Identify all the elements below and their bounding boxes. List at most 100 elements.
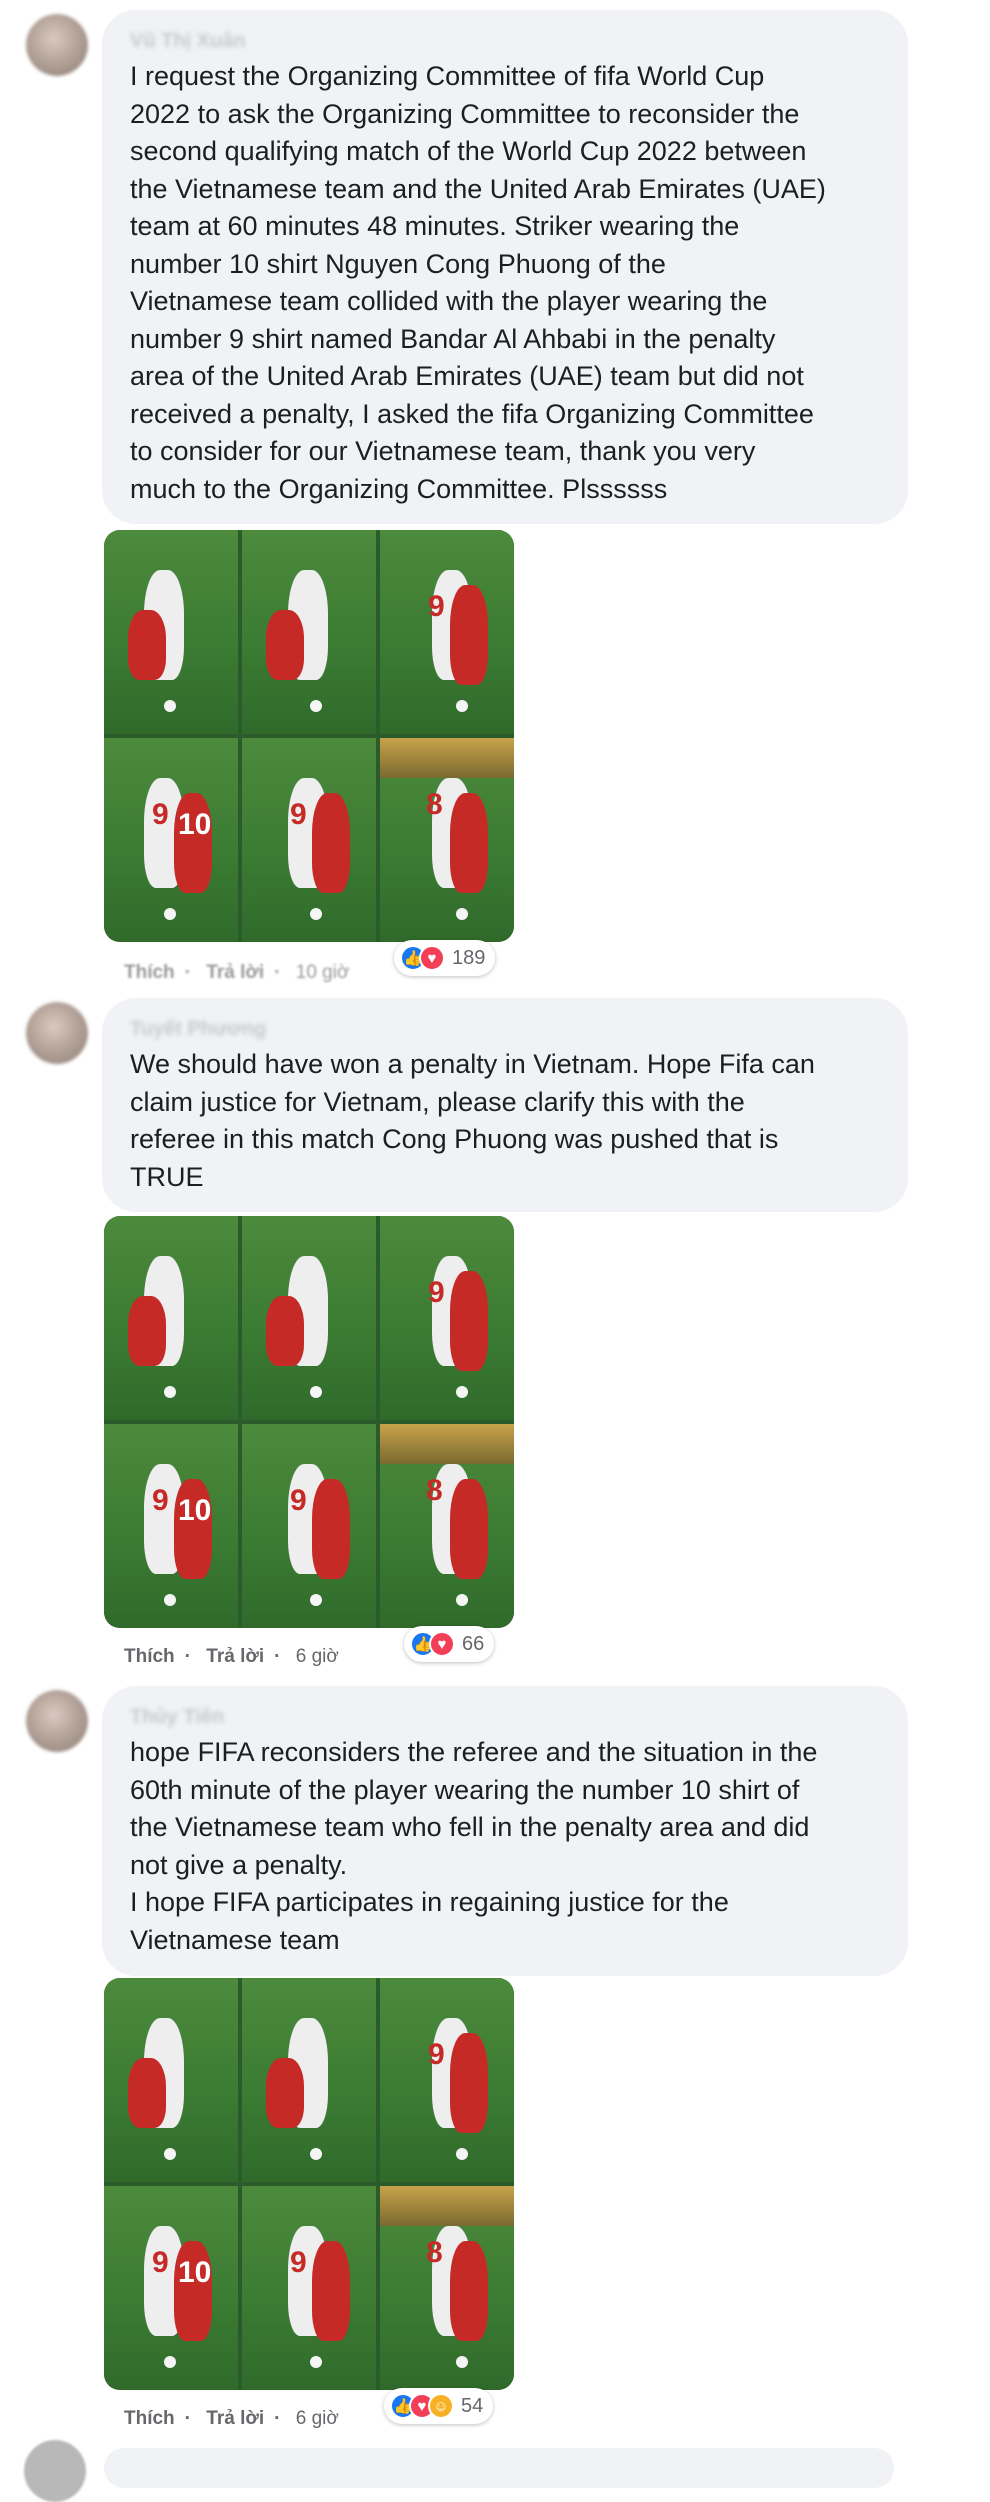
- photo-frame: 8: [380, 2186, 514, 2390]
- love-icon: ♥: [419, 945, 445, 971]
- shirt-number-9: 9: [152, 798, 169, 831]
- comment-text: hope FIFA reconsiders the referee and th…: [130, 1737, 818, 1955]
- football: [456, 700, 468, 712]
- care-icon: ☺: [428, 2393, 454, 2419]
- vietnam-player: [128, 1296, 166, 1366]
- photo-frame: 9: [242, 2186, 376, 2390]
- photo-frame: [242, 530, 376, 734]
- shirt-number-10: 10: [178, 2256, 212, 2289]
- photo-frame: [104, 530, 238, 734]
- vietnam-player: [312, 793, 350, 893]
- timestamp[interactable]: 10 giờ: [296, 962, 350, 984]
- comment-bubble: Tuyết Phương We should have won a penalt…: [102, 998, 908, 1212]
- vietnam-player: [450, 793, 488, 893]
- like-link[interactable]: Thích: [124, 1646, 175, 1668]
- avatar[interactable]: [26, 1002, 88, 1064]
- shirt-number-9: 9: [290, 1484, 307, 1517]
- vietnam-player: [450, 2241, 488, 2341]
- stadium-stand: [380, 738, 514, 778]
- football: [456, 1386, 468, 1398]
- shirt-number-9: 9: [152, 1484, 169, 1517]
- shirt-number-10: 10: [178, 808, 212, 841]
- reaction-summary[interactable]: 👍 ♥ 66: [404, 1626, 495, 1662]
- comment-bubble: Thủy Tiên hope FIFA reconsiders the refe…: [102, 1686, 908, 1976]
- football: [310, 1594, 322, 1606]
- vietnam-player: [128, 610, 166, 680]
- reaction-summary[interactable]: 👍 ♥ 189: [394, 940, 496, 976]
- football: [310, 2148, 322, 2160]
- comment-photo[interactable]: 9 9 10 9 8: [104, 530, 514, 942]
- vietnam-player: [312, 1479, 350, 1579]
- vietnam-player: [450, 585, 488, 685]
- author-name[interactable]: Tuyết Phương: [130, 1018, 880, 1040]
- football: [310, 700, 322, 712]
- football: [310, 2356, 322, 2368]
- like-link[interactable]: Thích: [124, 2408, 175, 2430]
- vietnam-player: [266, 2058, 304, 2128]
- avatar[interactable]: [26, 14, 88, 76]
- reply-link[interactable]: Trả lời: [206, 962, 264, 984]
- vietnam-player: [128, 2058, 166, 2128]
- reply-link[interactable]: Trả lời: [206, 2408, 264, 2430]
- football: [164, 700, 176, 712]
- love-icon: ♥: [429, 1631, 455, 1657]
- reaction-count: 189: [452, 946, 486, 969]
- photo-frame: 9: [380, 530, 514, 734]
- reaction-count: 54: [461, 2394, 484, 2417]
- comment-actions: Thích · Trả lời · 6 giờ: [124, 2408, 339, 2430]
- football: [456, 1594, 468, 1606]
- author-name[interactable]: Vũ Thị Xuân: [130, 30, 880, 52]
- vietnam-player: [266, 610, 304, 680]
- shirt-number-9: 9: [290, 798, 307, 831]
- comment-actions: Thích · Trả lời · 10 giờ: [124, 962, 350, 984]
- photo-frame: 9 10: [104, 738, 238, 942]
- comment-text: We should have won a penalty in Vietnam.…: [130, 1049, 815, 1192]
- shirt-number-9: 9: [428, 1276, 445, 1309]
- football: [456, 908, 468, 920]
- photo-frame: 9: [242, 738, 376, 942]
- vietnam-player: [450, 1479, 488, 1579]
- comment-bubble: Vũ Thị Xuân I request the Organizing Com…: [102, 10, 908, 524]
- photo-frame: [242, 1216, 376, 1420]
- stadium-stand: [380, 2186, 514, 2226]
- timestamp[interactable]: 6 giờ: [296, 2408, 339, 2430]
- photo-frame: [242, 1978, 376, 2182]
- reaction-count: 66: [462, 1632, 485, 1655]
- comment-photo[interactable]: 9 9 10 9 8: [104, 1216, 514, 1628]
- shirt-number-10: 10: [178, 1494, 212, 1527]
- football: [310, 1386, 322, 1398]
- shirt-number-8: 8: [426, 788, 443, 821]
- shirt-number-9: 9: [152, 2246, 169, 2279]
- avatar[interactable]: [24, 2440, 86, 2502]
- vietnam-player: [266, 1296, 304, 1366]
- football: [164, 908, 176, 920]
- shirt-number-8: 8: [426, 2236, 443, 2269]
- photo-frame: 8: [380, 1424, 514, 1628]
- photo-frame: 9 10: [104, 2186, 238, 2390]
- football: [164, 1594, 176, 1606]
- vietnam-player: [450, 2033, 488, 2133]
- football: [456, 2356, 468, 2368]
- football: [310, 908, 322, 920]
- vietnam-player: [312, 2241, 350, 2341]
- photo-frame: [104, 1216, 238, 1420]
- comment-photo[interactable]: 9 9 10 9 8: [104, 1978, 514, 2390]
- reaction-summary[interactable]: 👍 ♥ ☺ 54: [384, 2388, 494, 2424]
- comment-bubble: [104, 2448, 894, 2488]
- like-link[interactable]: Thích: [124, 962, 175, 984]
- author-name[interactable]: Thủy Tiên: [130, 1706, 880, 1728]
- photo-frame: [104, 1978, 238, 2182]
- shirt-number-9: 9: [428, 590, 445, 623]
- football: [456, 2148, 468, 2160]
- comment-actions: Thích · Trả lời · 6 giờ: [124, 1646, 339, 1668]
- reply-link[interactable]: Trả lời: [206, 1646, 264, 1668]
- vietnam-player: [450, 1271, 488, 1371]
- shirt-number-9: 9: [428, 2038, 445, 2071]
- shirt-number-8: 8: [426, 1474, 443, 1507]
- shirt-number-9: 9: [290, 2246, 307, 2279]
- timestamp[interactable]: 6 giờ: [296, 1646, 339, 1668]
- avatar[interactable]: [26, 1690, 88, 1752]
- comment-text: I request the Organizing Committee of fi…: [130, 61, 826, 504]
- football: [164, 1386, 176, 1398]
- photo-frame: 9: [380, 1216, 514, 1420]
